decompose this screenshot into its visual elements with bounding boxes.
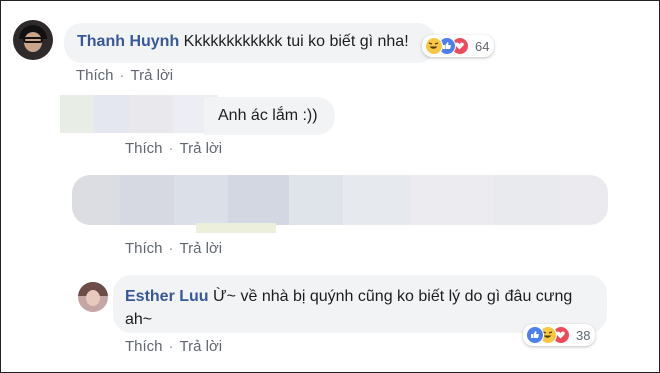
blurred-author [60, 95, 218, 133]
separator: · [168, 240, 174, 257]
reaction-summary[interactable]: 38 [523, 324, 596, 346]
reply-link[interactable]: Trả lời [180, 140, 223, 157]
reaction-summary[interactable]: 64 [422, 35, 495, 57]
comment-body: Thanh Huynh Kkkkkkkkkkkk tui ko biết gì … [77, 33, 409, 51]
comment-body: Anh ác lắm :)) [218, 107, 318, 125]
blurred-comment [72, 175, 608, 225]
like-icon [526, 326, 544, 344]
like-link[interactable]: Thích [125, 140, 163, 157]
comment-actions: Thích · Trả lời [125, 338, 222, 355]
separator: · [168, 338, 174, 355]
like-link[interactable]: Thích [76, 67, 114, 84]
comment-text: Kkkkkkkkkkkk tui ko biết gì nha! [183, 33, 409, 50]
comment-actions: Thích · Trả lời [125, 140, 222, 157]
reply-link[interactable]: Trả lời [180, 338, 223, 355]
blurred-detail [196, 223, 276, 233]
comment-text-continued: ah~ [125, 311, 153, 328]
reply-link[interactable]: Trả lời [131, 67, 174, 84]
comment-actions: Thích · Trả lời [76, 67, 173, 84]
comment-text: Anh ác lắm :)) [218, 107, 318, 124]
avatar[interactable] [13, 20, 53, 60]
reaction-count: 64 [475, 38, 490, 54]
separator: · [119, 67, 125, 84]
reaction-count: 38 [576, 327, 591, 343]
avatar[interactable] [78, 282, 108, 312]
reply-link[interactable]: Trả lời [180, 240, 223, 257]
comment-actions: Thích · Trả lời [125, 240, 222, 257]
comment-author[interactable]: Thanh Huynh [77, 33, 179, 50]
comment-text: Ừ~ về nhà bị quýnh cũng ko biết lý do gì… [213, 288, 573, 305]
like-link[interactable]: Thích [125, 240, 163, 257]
separator: · [168, 140, 174, 157]
comment-body: Esther Luu Ừ~ về nhà bị quýnh cũng ko bi… [125, 285, 572, 331]
comment-author[interactable]: Esther Luu [125, 288, 209, 305]
haha-icon [425, 37, 443, 55]
like-link[interactable]: Thích [125, 338, 163, 355]
